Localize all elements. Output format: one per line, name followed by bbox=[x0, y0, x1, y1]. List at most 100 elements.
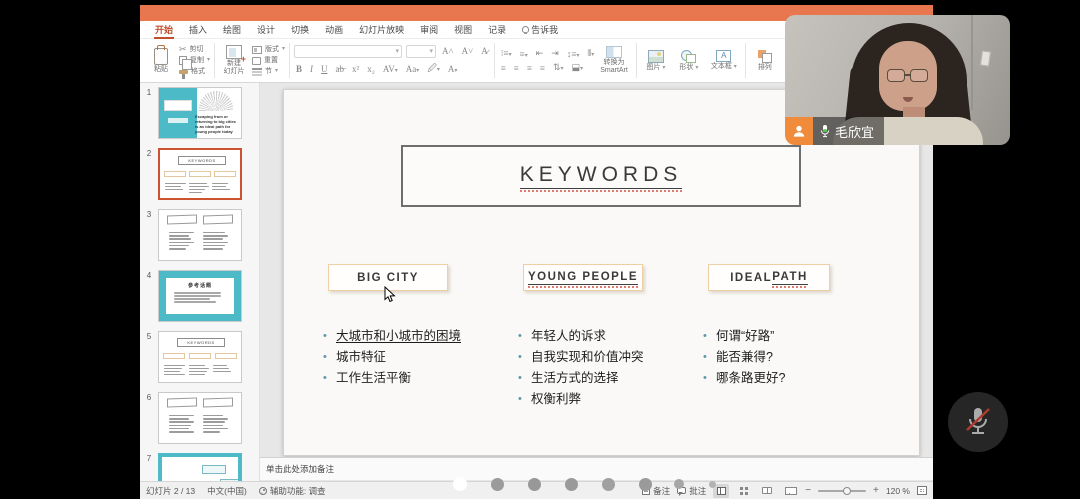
slide-thumbnail-panel[interactable]: 1 Escaping from or returning to big citi… bbox=[140, 83, 260, 481]
layout-button[interactable]: 版式▾ bbox=[252, 45, 285, 54]
ribbon-tab-0[interactable]: 开始 bbox=[148, 21, 180, 39]
mouse-cursor bbox=[384, 286, 396, 303]
align-center-button[interactable]: ≡ bbox=[512, 63, 521, 73]
increase-font-button[interactable]: A˄ bbox=[440, 46, 456, 56]
align-right-button[interactable]: ≡ bbox=[525, 63, 534, 73]
thumbnail-slide-5[interactable]: 5 KEYWORDS bbox=[140, 331, 259, 383]
slide-title-box[interactable]: KEYWORDS bbox=[401, 145, 801, 207]
glasses bbox=[887, 69, 905, 82]
slideshow-button[interactable] bbox=[782, 484, 798, 498]
bullets-button[interactable]: ⁝≡▾ bbox=[499, 48, 514, 59]
insert-textbox-button[interactable]: A 文本框 ▾ bbox=[707, 49, 741, 72]
reading-view-button[interactable] bbox=[759, 484, 775, 498]
align-text-button[interactable]: ⬓▾ bbox=[570, 62, 586, 73]
text-direction-button[interactable]: ⇅▾ bbox=[551, 62, 566, 73]
decrease-font-button[interactable]: A˅ bbox=[460, 46, 476, 56]
keyword-chip-ideal-path[interactable]: IDEAL PATH bbox=[708, 264, 830, 291]
accessibility-icon bbox=[259, 487, 267, 495]
convert-smartart-button[interactable]: 转换为 SmartArt bbox=[596, 45, 632, 76]
decrease-indent-button[interactable]: ⇤ bbox=[534, 48, 546, 59]
strikethrough-button[interactable]: a̶b̶ bbox=[334, 64, 347, 74]
ribbon-tab-7[interactable]: 审阅 bbox=[413, 21, 445, 39]
change-case-button[interactable]: Aa▾ bbox=[404, 64, 422, 74]
zoom-slider[interactable] bbox=[818, 490, 866, 492]
ribbon-tab-5[interactable]: 动画 bbox=[318, 21, 350, 39]
ribbon-tab-2[interactable]: 绘图 bbox=[216, 21, 248, 39]
ribbon-tab-1[interactable]: 插入 bbox=[182, 21, 214, 39]
ribbon-tab-3[interactable]: 设计 bbox=[250, 21, 282, 39]
ribbon-tab-6[interactable]: 幻灯片放映 bbox=[352, 21, 411, 39]
muted-microphone-button[interactable] bbox=[948, 392, 1008, 452]
arrange-button[interactable]: 排列 bbox=[750, 49, 780, 73]
ribbon-tab-10[interactable]: 告诉我 bbox=[515, 21, 565, 39]
zoom-level[interactable]: 120 % bbox=[886, 486, 910, 496]
comments-toggle[interactable]: 批注 bbox=[677, 485, 706, 497]
numbering-button[interactable]: ≡▾ bbox=[518, 49, 530, 59]
accessibility-status[interactable]: 辅助功能: 调查 bbox=[259, 485, 326, 497]
highlight-button[interactable]: 🖉▾ bbox=[425, 61, 442, 77]
keyword-chip-young-people[interactable]: YOUNG PEOPLE bbox=[523, 264, 643, 291]
zoom-slider-thumb[interactable] bbox=[843, 487, 851, 495]
superscript-button[interactable]: x² bbox=[350, 64, 361, 74]
line-spacing-button[interactable]: ↕≡▾ bbox=[565, 49, 582, 59]
font-size-combo[interactable] bbox=[406, 45, 436, 58]
list-item: 城市特征 bbox=[323, 347, 461, 368]
underline-button[interactable]: U bbox=[319, 64, 330, 74]
char-spacing-button[interactable]: AV▾ bbox=[381, 64, 400, 74]
arrange-group: 排列 bbox=[750, 41, 780, 80]
slides-group: 新建 幻灯片 版式▾ 重置 节▾ bbox=[219, 41, 285, 80]
ribbon-tab-9[interactable]: 记录 bbox=[481, 21, 513, 39]
smartart-group: 转换为 SmartArt bbox=[596, 41, 632, 80]
new-slide-button[interactable]: 新建 幻灯片 bbox=[219, 44, 249, 77]
thumbnail-slide-4[interactable]: 4 参考话题 bbox=[140, 270, 259, 322]
thumbnail-slide-1[interactable]: 1 Escaping from or returning to big citi… bbox=[140, 87, 259, 139]
font-name-combo[interactable] bbox=[294, 45, 402, 58]
justify-button[interactable]: ≡ bbox=[538, 63, 547, 73]
font-color-button[interactable]: A▾ bbox=[446, 64, 460, 74]
clipboard-icon bbox=[154, 48, 168, 65]
cut-button[interactable]: ✂剪切 bbox=[179, 45, 210, 54]
section-button[interactable]: 节▾ bbox=[252, 67, 285, 76]
language-indicator[interactable]: 中文(中国) bbox=[207, 485, 247, 497]
italic-button[interactable]: I bbox=[308, 64, 315, 74]
list-item: 年轻人的诉求 bbox=[518, 326, 644, 347]
reset-icon bbox=[252, 57, 261, 65]
divider bbox=[289, 43, 290, 78]
clear-format-button[interactable]: A̷ bbox=[479, 46, 490, 56]
thumbnail-slide-3[interactable]: 3 bbox=[140, 209, 259, 261]
ribbon-tab-4[interactable]: 切换 bbox=[284, 21, 316, 39]
thumbnail-slide-2[interactable]: 2 KEYWORDS bbox=[140, 148, 259, 200]
align-left-button[interactable]: ≡ bbox=[499, 63, 508, 73]
webcam-video[interactable]: 毛欣宜 bbox=[785, 15, 1010, 145]
increase-indent-button[interactable]: ⇥ bbox=[549, 48, 561, 59]
divider bbox=[214, 43, 215, 78]
thumbnail-number: 1 bbox=[140, 87, 158, 139]
bold-button[interactable]: B bbox=[294, 64, 304, 74]
notes-toggle[interactable]: 备注 bbox=[642, 485, 670, 497]
paste-button[interactable]: 粘贴 bbox=[146, 47, 176, 75]
list-item: 生活方式的选择 bbox=[518, 368, 644, 389]
list-item: 大城市和小城市的困境 bbox=[323, 326, 461, 347]
zoom-in-button[interactable]: + bbox=[873, 486, 879, 496]
subscript-button[interactable]: x₂ bbox=[365, 64, 377, 74]
insert-shapes-button[interactable]: 形状 ▾ bbox=[674, 49, 704, 73]
fit-to-window-button[interactable] bbox=[917, 486, 927, 495]
zoom-out-button[interactable]: − bbox=[805, 486, 811, 496]
ribbon-tab-8[interactable]: 视图 bbox=[447, 21, 479, 39]
thumbnail-slide-7[interactable]: 7 bbox=[140, 453, 259, 481]
thumbnail-slide-6[interactable]: 6 bbox=[140, 392, 259, 444]
arrange-icon bbox=[758, 50, 772, 63]
slide-sorter-button[interactable] bbox=[736, 484, 752, 498]
copy-button[interactable]: 复制▾ bbox=[179, 56, 210, 65]
notes-pane[interactable]: 单击此处添加备注 bbox=[260, 457, 933, 480]
normal-view-button[interactable] bbox=[713, 484, 729, 498]
list-item: 何谓“好路” bbox=[703, 326, 785, 347]
shapes-icon bbox=[681, 50, 696, 63]
list-item: 能否兼得? bbox=[703, 347, 785, 368]
thumbnail-number: 3 bbox=[140, 209, 158, 261]
normal-view-icon bbox=[717, 487, 726, 495]
smartart-icon bbox=[606, 46, 622, 58]
insert-picture-button[interactable]: 图片 ▾ bbox=[641, 49, 671, 73]
reset-button[interactable]: 重置 bbox=[252, 56, 285, 65]
columns-button[interactable]: ⫴▾ bbox=[585, 48, 596, 59]
